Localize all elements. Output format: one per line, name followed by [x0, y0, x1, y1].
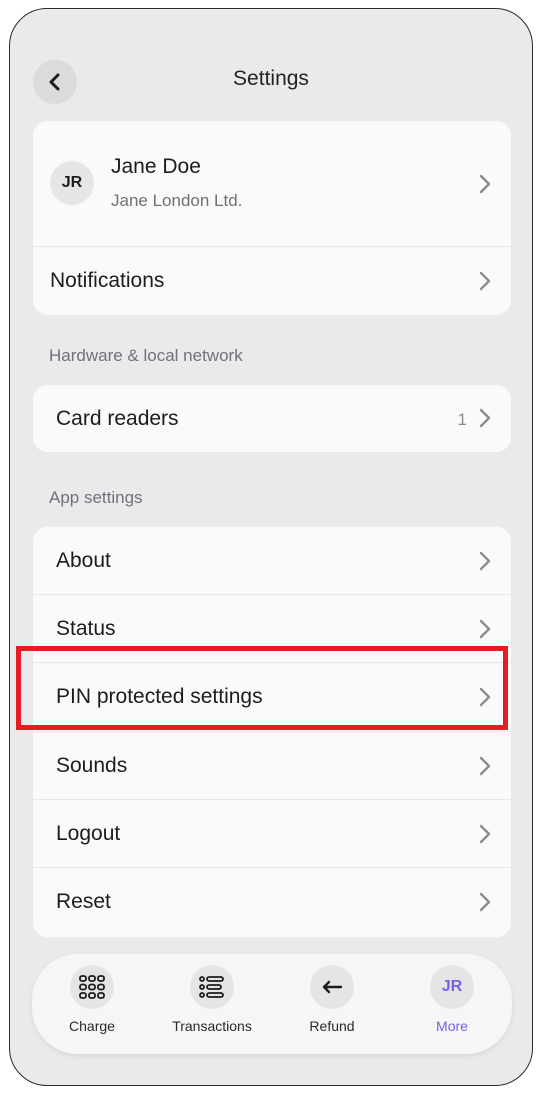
chevron-right-icon — [479, 551, 491, 571]
account-card: JR Jane Doe Jane London Ltd. Notificatio… — [33, 121, 511, 315]
status-label: Status — [56, 617, 116, 640]
notifications-label: Notifications — [50, 269, 165, 292]
tab-label: Refund — [309, 1018, 355, 1034]
chevron-right-icon — [479, 756, 491, 776]
tab-label: Transactions — [172, 1018, 252, 1034]
arrow-left-icon — [310, 965, 354, 1009]
bottom-tab-bar: Charge Transactions Refund JR More — [32, 954, 512, 1054]
sounds-row[interactable]: Sounds — [33, 732, 511, 800]
tab-more[interactable]: JR More — [392, 954, 512, 1054]
sounds-label: Sounds — [56, 754, 128, 777]
about-row[interactable]: About — [33, 527, 511, 595]
chevron-right-icon — [479, 408, 491, 428]
logout-row[interactable]: Logout — [33, 800, 511, 868]
logout-label: Logout — [56, 822, 121, 845]
tab-label: More — [436, 1018, 468, 1034]
chevron-right-icon — [479, 824, 491, 844]
pin-protected-settings-row[interactable]: PIN protected settings — [33, 663, 511, 732]
reset-label: Reset — [56, 890, 111, 913]
card-readers-label: Card readers — [56, 407, 179, 430]
phone-frame: Settings JR Jane Doe Jane London Ltd. No… — [9, 8, 533, 1086]
avatar-initials: JR — [441, 978, 463, 995]
profile-name: Jane Doe — [111, 155, 201, 178]
chevron-right-icon — [479, 271, 491, 291]
keypad-icon — [70, 965, 114, 1009]
notifications-row[interactable]: Notifications — [33, 247, 511, 315]
tab-transactions[interactable]: Transactions — [152, 954, 272, 1054]
avatar: JR — [50, 161, 94, 205]
profile-company: Jane London Ltd. — [111, 191, 243, 210]
hardware-card: Card readers 1 — [33, 385, 511, 452]
tab-label: Charge — [69, 1018, 115, 1034]
profile-row[interactable]: JR Jane Doe Jane London Ltd. — [33, 121, 511, 247]
status-row[interactable]: Status — [33, 595, 511, 663]
chevron-right-icon — [479, 174, 491, 194]
list-icon — [190, 965, 234, 1009]
avatar: JR — [430, 965, 474, 1009]
chevron-right-icon — [479, 892, 491, 912]
about-label: About — [56, 549, 111, 572]
app-settings-card: About Status PIN protected settings Soun… — [33, 527, 511, 937]
page-title: Settings — [233, 67, 309, 90]
tab-refund[interactable]: Refund — [272, 954, 392, 1054]
chevron-right-icon — [479, 619, 491, 639]
card-readers-count: 1 — [457, 410, 467, 429]
reset-row[interactable]: Reset — [33, 868, 511, 937]
section-title-app-settings: App settings — [49, 488, 143, 507]
tab-charge[interactable]: Charge — [32, 954, 152, 1054]
card-readers-row[interactable]: Card readers 1 — [33, 385, 511, 452]
section-title-hardware: Hardware & local network — [49, 346, 243, 365]
pin-protected-settings-label: PIN protected settings — [56, 685, 263, 708]
chevron-right-icon — [479, 687, 491, 707]
